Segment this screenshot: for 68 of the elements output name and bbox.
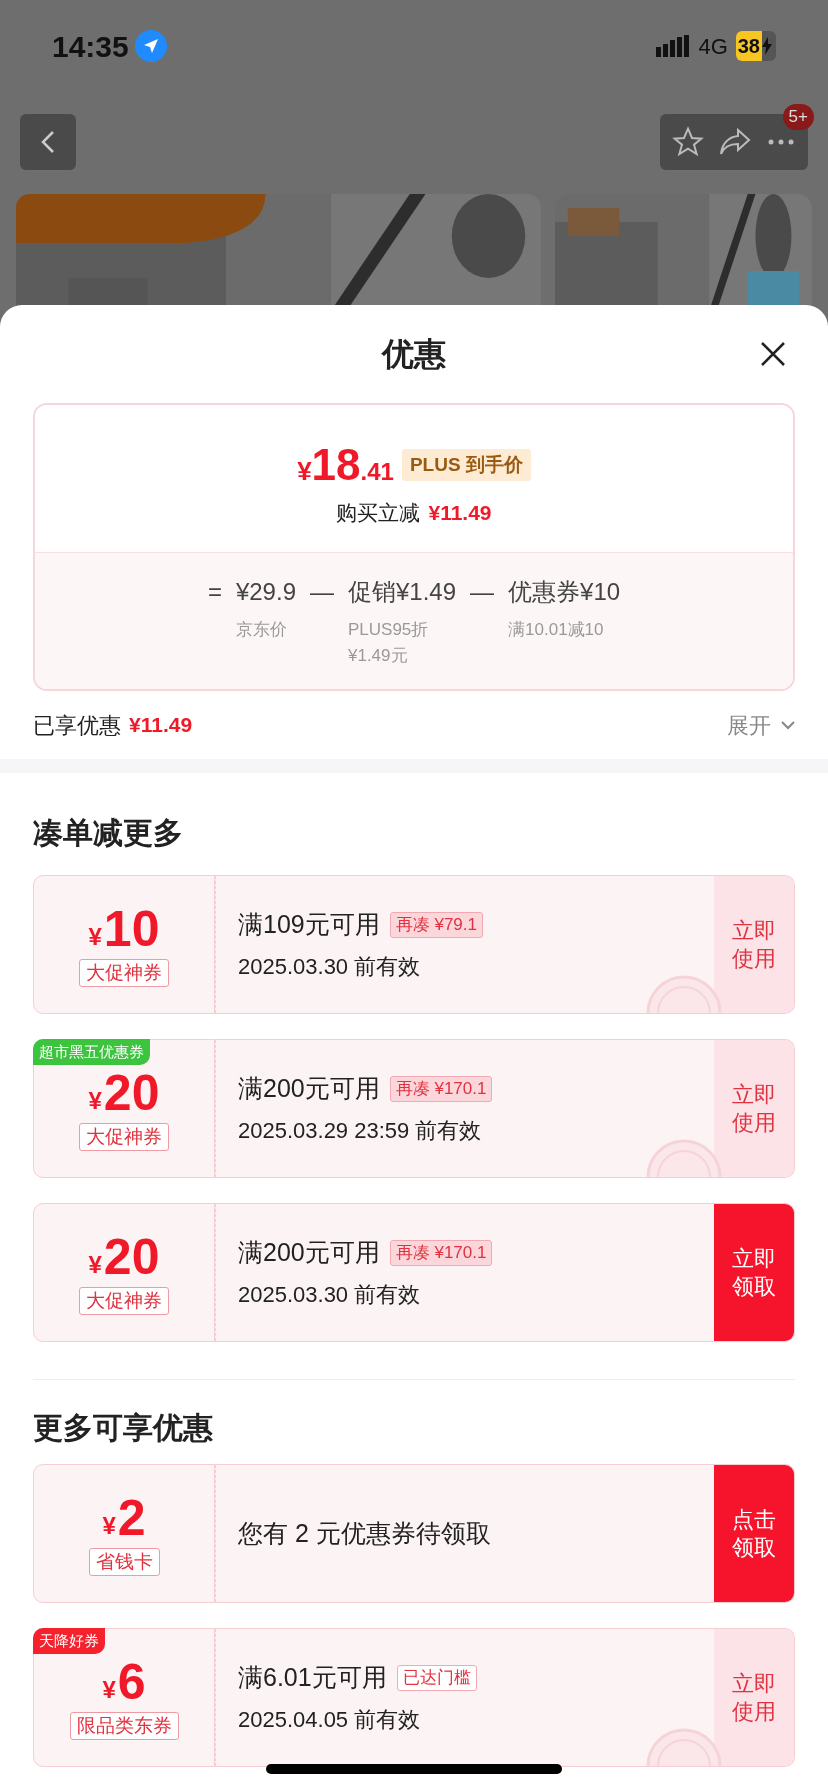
currency-symbol: ¥ [88,1249,102,1280]
notification-badge: 5+ [782,104,814,130]
coupon-amount: 20 [103,1066,160,1119]
close-icon[interactable] [760,340,786,367]
term-note: ¥1.49元 [348,644,409,667]
use-button[interactable]: 立即使用 [714,1040,794,1177]
operator-sign: — [310,577,334,608]
section-title: 更多可享优惠 [33,1410,213,1446]
coupon-validity: 2025.03.30 前有效 [238,952,422,981]
coupon-type: 大促神券 [79,958,169,987]
corner-badge: 天降好券 [33,1628,105,1654]
enjoyed-label: 已享优惠 [33,711,121,740]
price-term: 优惠券¥10 [508,577,621,608]
currency-symbol: ¥ [102,1510,116,1541]
back-icon [41,130,55,154]
coupon-tag: 已达门槛 [396,1665,477,1691]
coupon-condition: 满200元可用 [238,1237,380,1269]
currency-symbol: ¥ [297,455,312,488]
star-icon[interactable] [672,126,704,158]
sheet-title: 优惠 [382,334,446,374]
coupon-type: 大促神券 [79,1122,169,1151]
battery-indicator: 38 [735,31,776,61]
operator-sign: = [207,577,222,608]
enjoyed-value: ¥11.49 [129,712,193,739]
coupon-type: 大促神券 [79,1286,169,1315]
coupon-amount: 6 [117,1655,146,1708]
coupon-amount: 10 [103,902,160,955]
coupon-amount: 20 [103,1230,160,1283]
section-title: 凑单减更多 [33,815,183,851]
coupon-tag: 再凑 ¥170.1 [389,1240,493,1266]
term-note: 满10.01减10 [508,619,605,642]
status-time: 14:35 [52,28,129,65]
coupon-validity: 2025.03.30 前有效 [238,1280,422,1309]
coupon-condition: 满109元可用 [238,909,380,941]
saving-value: ¥11.49 [428,499,492,526]
corner-badge: 超市黑五优惠券 [33,1039,150,1065]
coupon-amount: 2 [117,1491,146,1544]
coupon-validity: 2025.03.29 23:59 前有效 [238,1116,483,1145]
coupon-condition: 满6.01元可用 [238,1662,387,1694]
use-button[interactable]: 立即使用 [714,1629,794,1766]
coupon-type: 省钱卡 [88,1547,160,1576]
term-note: 京东价 [235,619,288,642]
price-term: ¥29.9 [235,577,296,608]
signal-icon [656,35,691,57]
coupon-message: 您有 2 元优惠券待领取 [238,1517,492,1549]
currency-symbol: ¥ [88,921,102,952]
price-integer: 18 [311,440,361,489]
plus-price-tag: PLUS 到手价 [401,448,531,481]
coupon-validity: 2025.04.05 前有效 [238,1705,422,1734]
use-button[interactable]: 立即使用 [714,876,794,1013]
term-note: PLUS95折 [348,619,430,642]
price-decimal: .41 [360,456,394,487]
claim-button[interactable]: 立即领取 [714,1204,794,1341]
coupon-type: 限品类东券 [69,1711,179,1740]
location-icon [134,30,167,62]
chevron-down-icon [781,720,795,730]
coupon-tag: 再凑 ¥79.1 [389,912,483,938]
saving-label: 购买立减 [336,499,421,526]
expand-button[interactable]: 展开 [727,708,795,742]
coupon-tag: 再凑 ¥170.1 [389,1076,493,1102]
network-label: 4G [698,32,728,61]
price-term: 促销¥1.49 [348,577,457,608]
currency-symbol: ¥ [88,1085,102,1116]
currency-symbol: ¥ [102,1674,116,1705]
claim-button[interactable]: 点击领取 [714,1465,794,1602]
share-icon[interactable] [718,127,752,157]
coupon-condition: 满200元可用 [238,1073,380,1105]
operator-sign: — [470,577,495,608]
